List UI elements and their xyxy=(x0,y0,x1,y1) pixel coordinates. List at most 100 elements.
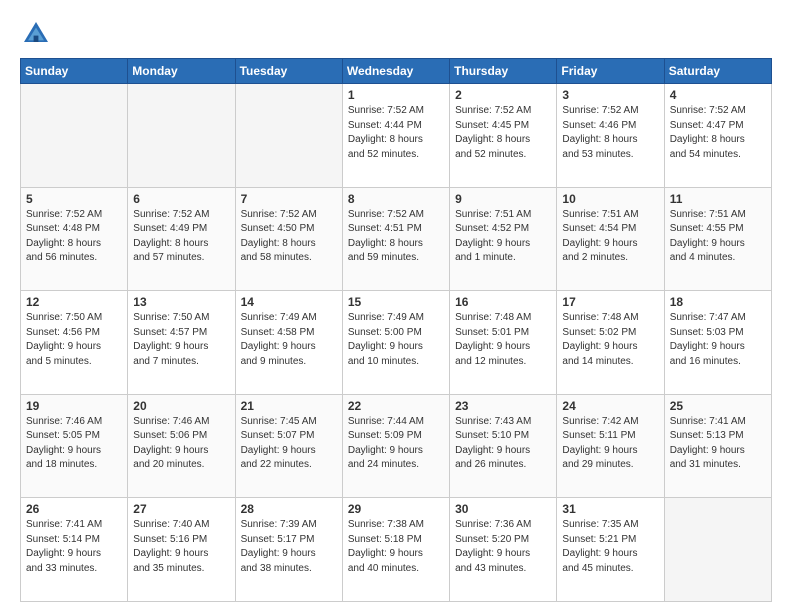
calendar-cell: 25 Sunrise: 7:41 AM Sunset: 5:13 PM Dayli… xyxy=(664,394,771,498)
day-number: 10 xyxy=(562,192,658,206)
weekday-header-sunday: Sunday xyxy=(21,59,128,84)
calendar-cell: 29 Sunrise: 7:38 AM Sunset: 5:18 PM Dayli… xyxy=(342,498,449,602)
calendar-cell: 30 Sunrise: 7:36 AM Sunset: 5:20 PM Dayli… xyxy=(450,498,557,602)
day-number: 18 xyxy=(670,295,766,309)
cell-content: Sunrise: 7:52 AM Sunset: 4:50 PM Dayligh… xyxy=(241,208,337,266)
cell-content: Sunrise: 7:50 AM Sunset: 4:57 PM Dayligh… xyxy=(133,311,229,369)
cell-content: Sunrise: 7:52 AM Sunset: 4:51 PM Dayligh… xyxy=(348,208,444,266)
calendar-cell: 1 Sunrise: 7:52 AM Sunset: 4:44 PM Daylig… xyxy=(342,84,449,188)
day-number: 14 xyxy=(241,295,337,309)
calendar-cell: 4 Sunrise: 7:52 AM Sunset: 4:47 PM Daylig… xyxy=(664,84,771,188)
week-row-3: 12 Sunrise: 7:50 AM Sunset: 4:56 PM Dayli… xyxy=(21,291,772,395)
day-number: 12 xyxy=(26,295,122,309)
cell-content: Sunrise: 7:46 AM Sunset: 5:06 PM Dayligh… xyxy=(133,415,229,473)
calendar-cell: 17Sunrise: 7:48 AM Sunset: 5:02 PM Dayli… xyxy=(557,291,664,395)
logo xyxy=(20,18,56,50)
weekday-header-thursday: Thursday xyxy=(450,59,557,84)
calendar-cell: 18 Sunrise: 7:47 AM Sunset: 5:03 PM Dayli… xyxy=(664,291,771,395)
logo-icon xyxy=(20,18,52,50)
page: SundayMondayTuesdayWednesdayThursdayFrid… xyxy=(0,0,792,612)
cell-content: Sunrise: 7:39 AM Sunset: 5:17 PM Dayligh… xyxy=(241,518,337,576)
calendar-cell: 27 Sunrise: 7:40 AM Sunset: 5:16 PM Dayli… xyxy=(128,498,235,602)
weekday-header-monday: Monday xyxy=(128,59,235,84)
weekday-header-saturday: Saturday xyxy=(664,59,771,84)
day-number: 31 xyxy=(562,502,658,516)
calendar-cell: 31 Sunrise: 7:35 AM Sunset: 5:21 PM Dayli… xyxy=(557,498,664,602)
day-number: 6 xyxy=(133,192,229,206)
calendar-cell: 14 Sunrise: 7:49 AM Sunset: 4:58 PM Dayli… xyxy=(235,291,342,395)
calendar-cell: 10 Sunrise: 7:51 AM Sunset: 4:54 PM Dayli… xyxy=(557,187,664,291)
calendar-cell: 9 Sunrise: 7:51 AM Sunset: 4:52 PM Daylig… xyxy=(450,187,557,291)
cell-content: Sunrise: 7:38 AM Sunset: 5:18 PM Dayligh… xyxy=(348,518,444,576)
day-number: 4 xyxy=(670,88,766,102)
day-number: 5 xyxy=(26,192,122,206)
cell-content: Sunrise: 7:44 AM Sunset: 5:09 PM Dayligh… xyxy=(348,415,444,473)
day-number: 3 xyxy=(562,88,658,102)
calendar-cell xyxy=(664,498,771,602)
cell-content: Sunrise: 7:52 AM Sunset: 4:47 PM Dayligh… xyxy=(670,104,766,162)
day-number: 7 xyxy=(241,192,337,206)
calendar-cell: 16 Sunrise: 7:48 AM Sunset: 5:01 PM Dayli… xyxy=(450,291,557,395)
header xyxy=(20,18,772,50)
cell-content: Sunrise: 7:51 AM Sunset: 4:52 PM Dayligh… xyxy=(455,208,551,266)
calendar-cell: 21 Sunrise: 7:45 AM Sunset: 5:07 PM Dayli… xyxy=(235,394,342,498)
week-row-2: 5Sunrise: 7:52 AM Sunset: 4:48 PM Daylig… xyxy=(21,187,772,291)
cell-content: Sunrise: 7:42 AM Sunset: 5:11 PM Dayligh… xyxy=(562,415,658,473)
cell-content: Sunrise: 7:51 AM Sunset: 4:55 PM Dayligh… xyxy=(670,208,766,266)
calendar-cell: 7 Sunrise: 7:52 AM Sunset: 4:50 PM Daylig… xyxy=(235,187,342,291)
cell-content: Sunrise: 7:36 AM Sunset: 5:20 PM Dayligh… xyxy=(455,518,551,576)
day-number: 9 xyxy=(455,192,551,206)
week-row-4: 19Sunrise: 7:46 AM Sunset: 5:05 PM Dayli… xyxy=(21,394,772,498)
day-number: 28 xyxy=(241,502,337,516)
day-number: 15 xyxy=(348,295,444,309)
cell-content: Sunrise: 7:48 AM Sunset: 5:01 PM Dayligh… xyxy=(455,311,551,369)
day-number: 27 xyxy=(133,502,229,516)
cell-content: Sunrise: 7:35 AM Sunset: 5:21 PM Dayligh… xyxy=(562,518,658,576)
calendar-cell: 12 Sunrise: 7:50 AM Sunset: 4:56 PM Dayli… xyxy=(21,291,128,395)
cell-content: Sunrise: 7:45 AM Sunset: 5:07 PM Dayligh… xyxy=(241,415,337,473)
cell-content: Sunrise: 7:52 AM Sunset: 4:46 PM Dayligh… xyxy=(562,104,658,162)
cell-content: Sunrise: 7:41 AM Sunset: 5:13 PM Dayligh… xyxy=(670,415,766,473)
calendar-cell: 3 Sunrise: 7:52 AM Sunset: 4:46 PM Daylig… xyxy=(557,84,664,188)
calendar-table: SundayMondayTuesdayWednesdayThursdayFrid… xyxy=(20,58,772,602)
day-number: 16 xyxy=(455,295,551,309)
calendar-cell: 24 Sunrise: 7:42 AM Sunset: 5:11 PM Dayli… xyxy=(557,394,664,498)
calendar-cell: 15 Sunrise: 7:49 AM Sunset: 5:00 PM Dayli… xyxy=(342,291,449,395)
cell-content: Sunrise: 7:50 AM Sunset: 4:56 PM Dayligh… xyxy=(26,311,122,369)
cell-content: Sunrise: 7:41 AM Sunset: 5:14 PM Dayligh… xyxy=(26,518,122,576)
day-number: 2 xyxy=(455,88,551,102)
calendar-cell xyxy=(235,84,342,188)
cell-content: Sunrise: 7:47 AM Sunset: 5:03 PM Dayligh… xyxy=(670,311,766,369)
day-number: 26 xyxy=(26,502,122,516)
day-number: 11 xyxy=(670,192,766,206)
cell-content: Sunrise: 7:51 AM Sunset: 4:54 PM Dayligh… xyxy=(562,208,658,266)
week-row-1: 1 Sunrise: 7:52 AM Sunset: 4:44 PM Daylig… xyxy=(21,84,772,188)
cell-content: Sunrise: 7:52 AM Sunset: 4:45 PM Dayligh… xyxy=(455,104,551,162)
day-number: 17 xyxy=(562,295,658,309)
day-number: 29 xyxy=(348,502,444,516)
calendar-cell: 28 Sunrise: 7:39 AM Sunset: 5:17 PM Dayli… xyxy=(235,498,342,602)
calendar-cell: 5Sunrise: 7:52 AM Sunset: 4:48 PM Daylig… xyxy=(21,187,128,291)
cell-content: Sunrise: 7:52 AM Sunset: 4:49 PM Dayligh… xyxy=(133,208,229,266)
calendar-cell: 26 Sunrise: 7:41 AM Sunset: 5:14 PM Dayli… xyxy=(21,498,128,602)
day-number: 30 xyxy=(455,502,551,516)
weekday-header-tuesday: Tuesday xyxy=(235,59,342,84)
cell-content: Sunrise: 7:49 AM Sunset: 5:00 PM Dayligh… xyxy=(348,311,444,369)
calendar-cell: 11 Sunrise: 7:51 AM Sunset: 4:55 PM Dayli… xyxy=(664,187,771,291)
calendar-cell: 20Sunrise: 7:46 AM Sunset: 5:06 PM Dayli… xyxy=(128,394,235,498)
day-number: 8 xyxy=(348,192,444,206)
calendar-cell: 13Sunrise: 7:50 AM Sunset: 4:57 PM Dayli… xyxy=(128,291,235,395)
cell-content: Sunrise: 7:52 AM Sunset: 4:44 PM Dayligh… xyxy=(348,104,444,162)
week-row-5: 26 Sunrise: 7:41 AM Sunset: 5:14 PM Dayli… xyxy=(21,498,772,602)
day-number: 24 xyxy=(562,399,658,413)
calendar-cell: 19Sunrise: 7:46 AM Sunset: 5:05 PM Dayli… xyxy=(21,394,128,498)
calendar-cell: 22Sunrise: 7:44 AM Sunset: 5:09 PM Dayli… xyxy=(342,394,449,498)
day-number: 21 xyxy=(241,399,337,413)
calendar-cell: 23Sunrise: 7:43 AM Sunset: 5:10 PM Dayli… xyxy=(450,394,557,498)
day-number: 25 xyxy=(670,399,766,413)
cell-content: Sunrise: 7:49 AM Sunset: 4:58 PM Dayligh… xyxy=(241,311,337,369)
cell-content: Sunrise: 7:40 AM Sunset: 5:16 PM Dayligh… xyxy=(133,518,229,576)
calendar-cell: 8 Sunrise: 7:52 AM Sunset: 4:51 PM Daylig… xyxy=(342,187,449,291)
day-number: 19 xyxy=(26,399,122,413)
day-number: 1 xyxy=(348,88,444,102)
